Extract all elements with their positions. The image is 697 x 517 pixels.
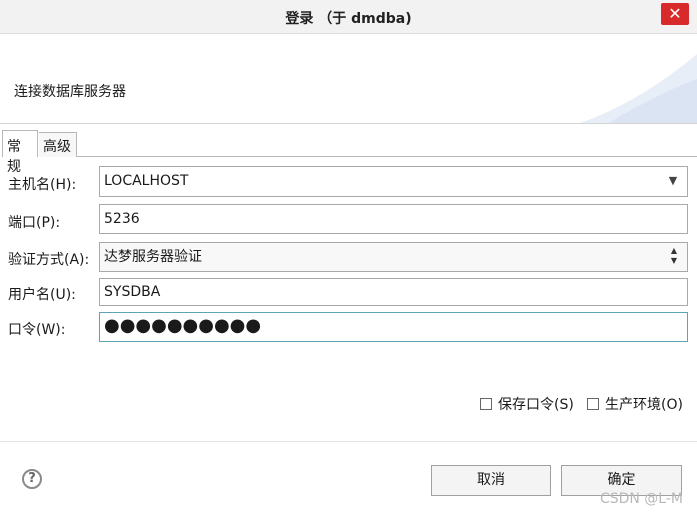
port-input[interactable]: 5236 — [99, 204, 688, 234]
password-value: ●●●●●●●●●● — [104, 315, 262, 336]
user-label: 用户名(U): — [8, 287, 76, 303]
port-label: 端口(P): — [8, 215, 61, 231]
auth-value: 达梦服务器验证 — [104, 249, 202, 265]
user-input[interactable]: SYSDBA — [99, 278, 688, 306]
select-arrows-icon[interactable]: ▲ ▼ — [669, 246, 679, 266]
production-env-label: 生产环境(O) — [605, 397, 683, 413]
checkbox-icon[interactable] — [587, 398, 599, 410]
dialog-description: 连接数据库服务器 — [14, 84, 126, 100]
help-icon[interactable]: ? — [22, 469, 42, 489]
password-label: 口令(W): — [8, 322, 66, 338]
tab-bar: 常规 高级 — [0, 130, 697, 175]
watermark: CSDN @L-M — [599, 491, 683, 507]
down-arrow-icon: ▼ — [670, 256, 678, 265]
cancel-button[interactable]: 取消 — [431, 465, 551, 496]
up-arrow-icon: ▲ — [670, 246, 678, 255]
auth-select[interactable]: 达梦服务器验证 ▲ ▼ — [99, 242, 688, 272]
save-password-label: 保存口令(S) — [498, 397, 574, 413]
host-label: 主机名(H): — [8, 177, 77, 193]
checkbox-icon[interactable] — [480, 398, 492, 410]
dialog-header: 连接数据库服务器 — [0, 34, 697, 124]
production-env-checkbox[interactable]: 生产环境(O) — [587, 394, 683, 414]
password-input[interactable]: ●●●●●●●●●● — [99, 312, 688, 342]
chevron-down-icon[interactable]: ▼ — [659, 167, 687, 195]
close-button[interactable]: ✕ — [661, 3, 689, 25]
host-combo[interactable]: LOCALHOST ▼ — [99, 166, 688, 197]
tab-general[interactable]: 常规 — [2, 130, 38, 175]
title-bar: 登录 （于 dmdba) ✕ — [0, 0, 697, 34]
tab-underline — [77, 156, 697, 157]
window-title: 登录 （于 dmdba) — [285, 11, 412, 27]
auth-label: 验证方式(A): — [8, 252, 90, 268]
tab-advanced[interactable]: 高级 — [39, 132, 77, 157]
port-value: 5236 — [104, 211, 140, 227]
save-password-checkbox[interactable]: 保存口令(S) — [480, 394, 574, 414]
user-value: SYSDBA — [104, 284, 161, 300]
button-separator — [0, 441, 697, 442]
host-value: LOCALHOST — [104, 173, 189, 189]
header-decoration-icon — [579, 54, 697, 123]
